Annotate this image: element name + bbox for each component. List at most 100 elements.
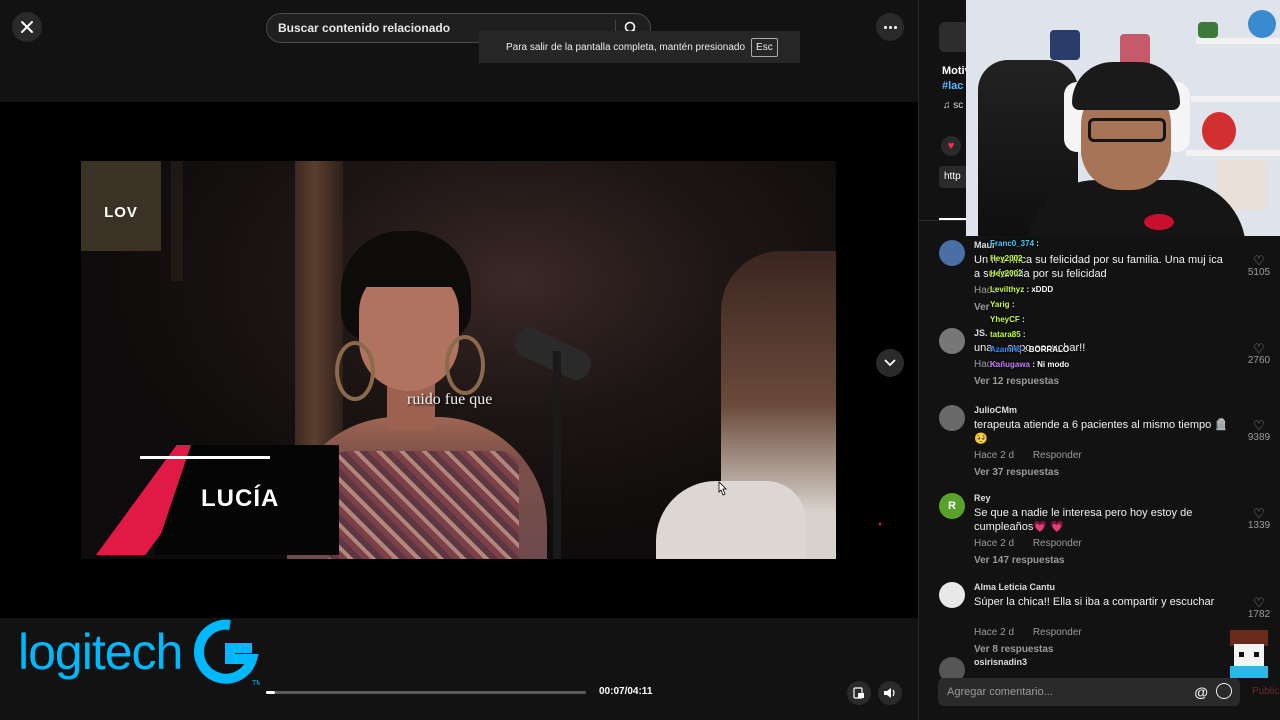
heart-outline-icon: ♡ xyxy=(1253,341,1265,356)
avatar-letter: R xyxy=(948,500,956,512)
comment-like-count: 1339 xyxy=(1247,520,1271,531)
cloth xyxy=(656,481,806,559)
view-replies-button[interactable]: Ver 12 respuestas xyxy=(974,376,1059,387)
comment-meta: Hace 2 d Responder xyxy=(974,450,1098,461)
more-options-button[interactable] xyxy=(876,13,904,41)
comment-avatar[interactable]: R xyxy=(939,493,965,519)
view-replies-button[interactable]: Ver 8 respuestas xyxy=(974,644,1054,655)
chat-username: Hey2002 xyxy=(990,269,1023,278)
comment-avatar[interactable] xyxy=(939,328,965,354)
comment-text: terapeuta atiende a 6 pacientes al mismo… xyxy=(974,419,1229,445)
streamer-hair xyxy=(1072,62,1180,110)
view-replies-label: Ver xyxy=(974,302,990,313)
next-video-button[interactable] xyxy=(876,349,904,377)
mention-icon[interactable]: @ xyxy=(1194,684,1208,700)
chat-username: Franc0_374 xyxy=(990,239,1035,248)
video-content[interactable]: LOV ruido fue que LUCÍA xyxy=(81,161,836,559)
picture-in-picture-icon xyxy=(853,687,864,699)
sponsor-logo-text: logitech xyxy=(18,624,183,680)
reply-button[interactable]: Responder xyxy=(1033,538,1082,549)
channel-logo: LOV xyxy=(81,161,161,251)
chat-text: : xDDD xyxy=(1026,285,1054,294)
comment-username[interactable]: Alma Leticia Cantu xyxy=(974,582,1055,592)
chat-message: tatara85 : xyxy=(990,330,1026,339)
pixel-character-icon xyxy=(1230,630,1268,678)
comment-avatar[interactable] xyxy=(939,240,965,266)
shelf xyxy=(1191,96,1280,102)
mouse-cursor-icon xyxy=(718,481,727,496)
video-player-area: LOV ruido fue que LUCÍA Buscar contenido… xyxy=(0,0,918,720)
comment-like-count: 1782 xyxy=(1247,609,1271,620)
view-replies-label: Ver 37 respuestas xyxy=(974,467,1060,478)
shelf xyxy=(1186,150,1280,156)
comment-username[interactable]: JS. xyxy=(974,328,988,338)
chat-text: : xyxy=(1022,330,1026,339)
comment-meta: Hace 2 d Responder xyxy=(974,538,1098,549)
figure xyxy=(1248,10,1276,38)
chat-text: : xyxy=(1036,239,1039,248)
post-hashtag[interactable]: #lac xyxy=(942,80,963,92)
video-frame[interactable]: LOV ruido fue que LUCÍA xyxy=(0,102,918,618)
add-comment-box[interactable]: @ xyxy=(938,678,1240,706)
progress-bar[interactable] xyxy=(266,691,586,694)
chat-username: AzamH3 xyxy=(990,345,1022,354)
comment-username[interactable]: JulioCMm xyxy=(974,405,1017,415)
comment-avatar[interactable] xyxy=(939,405,965,431)
view-replies-button[interactable]: Ver 147 respuestas xyxy=(974,555,1065,566)
heart-outline-icon: ♡ xyxy=(1253,253,1265,268)
reply-button[interactable]: Responder xyxy=(1033,450,1082,461)
chat-text: : xyxy=(1011,300,1015,309)
earring-left xyxy=(335,341,375,401)
comment-time: Hace 2 d xyxy=(974,627,1015,638)
comment-time: Hace 2 d xyxy=(974,450,1015,461)
close-button[interactable] xyxy=(12,12,42,42)
chat-username: Levilthyz xyxy=(990,285,1025,294)
comment-username[interactable]: Rey xyxy=(974,493,991,503)
esc-key-badge: Esc xyxy=(751,37,778,57)
comment-username[interactable]: osirisnadin3 xyxy=(974,657,1027,667)
dot-icon xyxy=(893,25,897,29)
comment-like-count: 9389 xyxy=(1247,432,1271,443)
dot-icon xyxy=(883,25,887,29)
emoji-icon[interactable] xyxy=(1216,683,1232,699)
view-replies-button[interactable]: Ver 37 respuestas xyxy=(974,467,1059,478)
comment-input[interactable] xyxy=(947,686,1167,698)
comment-meta: Hace 2 d Responder xyxy=(974,627,1098,638)
volume-button[interactable] xyxy=(878,681,902,705)
figure xyxy=(1198,22,1218,38)
view-replies-label: Ver 12 respuestas xyxy=(974,376,1060,387)
fullscreen-toast: Para salir de la pantalla completa, mant… xyxy=(479,31,800,63)
comment-like[interactable]: ♡ 2760 xyxy=(1239,342,1279,366)
shelf xyxy=(1196,38,1280,44)
dress xyxy=(329,451,519,559)
chat-text: : Ni modo xyxy=(1032,360,1070,369)
heart-outline-icon: ♡ xyxy=(1253,595,1265,610)
logitech-g-icon: TM xyxy=(194,619,260,687)
chat-username: YheyCF xyxy=(990,315,1020,324)
lower-third-underline xyxy=(140,456,270,459)
chat-username: Hey2002 xyxy=(990,254,1023,263)
music-line[interactable]: ♫ sc xyxy=(943,100,963,111)
chat-message: YheyCF : xyxy=(990,315,1025,324)
chat-message: AzamH3 : BORRALO xyxy=(990,345,1069,354)
sponsor-logo: logitech TM xyxy=(18,612,260,692)
post-comment-button[interactable]: Publicar xyxy=(1252,686,1280,697)
heart-icon: ♥ xyxy=(947,140,955,152)
close-icon xyxy=(21,21,33,33)
like-button[interactable]: ♥ xyxy=(941,136,961,156)
comment-like-count: 5105 xyxy=(1247,267,1271,278)
chat-username: Yarig xyxy=(990,300,1010,309)
volume-icon xyxy=(884,688,895,698)
record-indicator-icon xyxy=(878,522,882,526)
view-replies-button[interactable]: Ver xyxy=(974,302,990,313)
comment-avatar[interactable] xyxy=(939,582,965,608)
author-avatar[interactable] xyxy=(939,22,969,52)
reply-button[interactable]: Responder xyxy=(1033,627,1082,638)
comment-like[interactable]: ♡ 9389 xyxy=(1239,419,1279,443)
pip-button[interactable] xyxy=(847,681,871,705)
comment-like[interactable]: ♡ 5105 xyxy=(1239,254,1279,278)
comment-like[interactable]: ♡ 1782 xyxy=(1239,596,1279,620)
streamer-webcam xyxy=(966,0,1280,236)
comment-like[interactable]: ♡ 1339 xyxy=(1239,507,1279,531)
chat-text: : BORRALO xyxy=(1023,345,1070,354)
